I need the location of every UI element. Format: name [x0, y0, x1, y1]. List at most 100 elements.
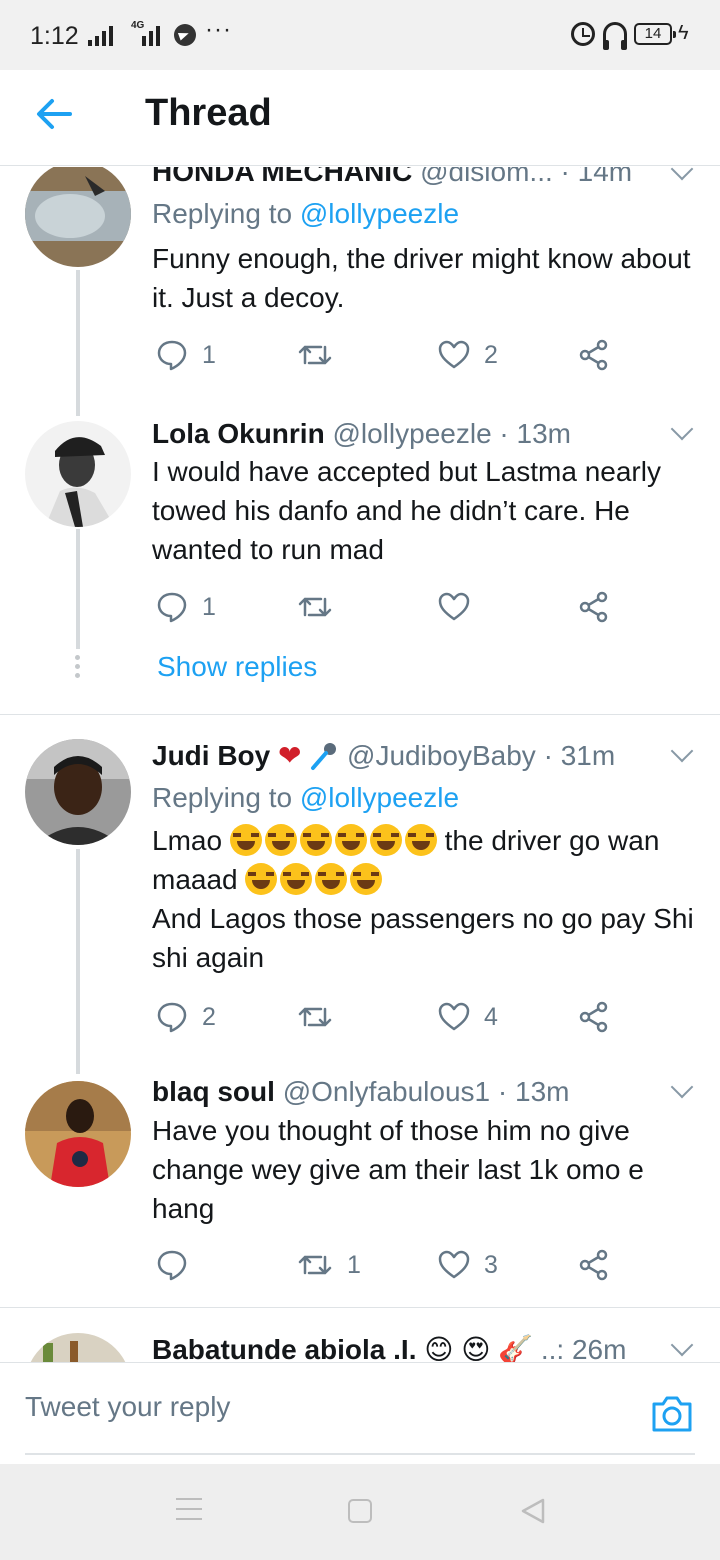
reply-composer: Tweet your reply — [0, 1362, 720, 1464]
share-icon — [579, 1001, 608, 1033]
avatar[interactable] — [25, 1081, 131, 1187]
reply-button[interactable] — [156, 1245, 202, 1285]
battery-icon: 14 — [634, 23, 676, 45]
reply-button[interactable]: 1 — [156, 587, 216, 627]
reply-count: 1 — [202, 340, 216, 369]
heart-emoji-icon: ❤ — [278, 740, 302, 771]
tweet-actions: 1 2 — [152, 335, 622, 375]
tweet[interactable]: HONDA MECHANIC @disiom... · 14m Replying… — [0, 167, 720, 407]
tweet[interactable]: Lola Okunrin @lollypeezle · 13m I would … — [0, 417, 720, 717]
chevron-down-icon[interactable] — [670, 1075, 694, 1099]
tweet-time: · 31m — [543, 740, 616, 771]
status-bar: 1:12 4G ··· 14 ϟ — [0, 0, 720, 70]
heart-icon — [438, 1002, 470, 1031]
replying-to: Replying to @lollypeezle — [152, 198, 460, 229]
author-name[interactable]: HONDA MECHANIC — [152, 167, 412, 187]
arrow-left-icon — [37, 99, 72, 129]
thread-feed[interactable]: HONDA MECHANIC @disiom... · 14m Replying… — [0, 167, 720, 1362]
chevron-down-icon[interactable] — [670, 167, 694, 181]
like-button[interactable]: 3 — [438, 1245, 498, 1285]
retweet-button[interactable] — [297, 587, 347, 627]
speech-bubble-icon — [157, 592, 187, 623]
avatar[interactable] — [25, 739, 131, 845]
tweet-text: Funny enough, the driver might know abou… — [152, 243, 691, 313]
reply-button[interactable]: 2 — [156, 997, 216, 1037]
divider — [0, 1307, 720, 1308]
avatar[interactable] — [25, 167, 131, 267]
tweet[interactable]: blaq soul @Onlyfabulous1 · 13m Have you … — [0, 1075, 720, 1305]
like-count: 3 — [484, 1250, 498, 1279]
tweet-time: · 14m — [560, 167, 633, 187]
tweet[interactable]: Babatunde abiola .I. 😊 😍 🎸 ..: 26m — [0, 1329, 720, 1362]
recent-apps-icon[interactable] — [176, 1498, 202, 1522]
speech-bubble-icon — [157, 340, 187, 371]
retweet-button[interactable] — [297, 997, 347, 1037]
share-button[interactable] — [578, 587, 610, 627]
tweet-actions: 1 3 — [152, 1245, 622, 1285]
home-icon[interactable] — [348, 1499, 372, 1523]
author-handle: ..: — [540, 1334, 565, 1362]
back-button[interactable] — [30, 92, 82, 136]
author-handle: @lollypeezle — [332, 418, 492, 449]
chevron-down-icon[interactable] — [670, 1333, 694, 1357]
retweet-icon — [298, 345, 332, 365]
author-handle: @disiom... — [420, 167, 553, 187]
reply-handle-link[interactable]: @lollypeezle — [300, 198, 459, 229]
avatar[interactable] — [25, 421, 131, 527]
tweet-actions: 2 4 — [152, 997, 622, 1037]
laughing-emoji-icon — [229, 824, 437, 856]
input-underline — [25, 1453, 695, 1455]
tweet[interactable]: Judi Boy ❤ @JudiboyBaby · 31m Replying t… — [0, 739, 720, 1039]
heart-icon — [438, 592, 470, 621]
reply-button[interactable]: 1 — [156, 335, 216, 375]
tweet-text: Have you thought of those him no give ch… — [152, 1115, 644, 1224]
reply-count: 2 — [202, 1002, 216, 1031]
emoji-icon: 😊 😍 🎸 — [424, 1334, 534, 1362]
tweet-actions: 1 — [152, 587, 622, 627]
share-button[interactable] — [578, 997, 610, 1037]
back-triangle-icon[interactable] — [520, 1497, 546, 1525]
like-button[interactable] — [438, 587, 484, 627]
show-replies-link[interactable]: Show replies — [157, 651, 317, 683]
tweet-time: · 13m — [497, 1076, 570, 1107]
status-time: 1:12 — [30, 22, 79, 50]
retweet-button[interactable] — [297, 335, 347, 375]
retweet-button[interactable]: 1 — [297, 1245, 361, 1285]
laughing-emoji-icon — [245, 863, 383, 895]
retweet-count: 1 — [347, 1250, 361, 1279]
more-notifications-icon: ··· — [205, 16, 232, 43]
heart-icon — [438, 1250, 470, 1279]
headphones-icon — [603, 22, 627, 50]
author-name[interactable]: blaq soul — [152, 1076, 275, 1107]
camera-button[interactable] — [650, 1395, 694, 1433]
top-app-bar: Thread — [0, 70, 720, 166]
tweet-reply-input[interactable]: Tweet your reply — [25, 1391, 645, 1431]
share-icon — [579, 591, 608, 623]
reply-count: 1 — [202, 592, 216, 621]
tweet-text: Lmao the driver go wan maaad And Lagos t… — [152, 824, 694, 973]
retweet-icon — [298, 597, 332, 617]
author-name[interactable]: Lola Okunrin — [152, 418, 325, 449]
like-button[interactable]: 4 — [438, 997, 498, 1037]
replying-to: Replying to @lollypeezle — [152, 782, 460, 813]
chevron-down-icon[interactable] — [670, 739, 694, 763]
like-button[interactable]: 2 — [438, 335, 498, 375]
alarm-icon — [571, 22, 595, 46]
microphone-emoji-icon — [311, 743, 337, 770]
avatar[interactable] — [25, 1333, 131, 1362]
author-name[interactable]: Babatunde abiola .I. — [152, 1334, 416, 1362]
charging-icon: ϟ — [678, 22, 689, 44]
speech-bubble-icon — [157, 1250, 187, 1281]
author-name[interactable]: Judi Boy — [152, 740, 270, 771]
share-icon — [579, 339, 608, 371]
retweet-icon — [298, 1007, 332, 1027]
like-count: 4 — [484, 1002, 498, 1031]
reply-handle-link[interactable]: @lollypeezle — [300, 782, 459, 813]
share-button[interactable] — [578, 1245, 610, 1285]
share-button[interactable] — [578, 335, 610, 375]
telegram-icon — [174, 24, 196, 46]
author-handle: @Onlyfabulous1 — [282, 1076, 491, 1107]
author-handle: @JudiboyBaby — [347, 740, 536, 771]
system-nav-bar — [0, 1464, 720, 1560]
chevron-down-icon[interactable] — [670, 417, 694, 441]
